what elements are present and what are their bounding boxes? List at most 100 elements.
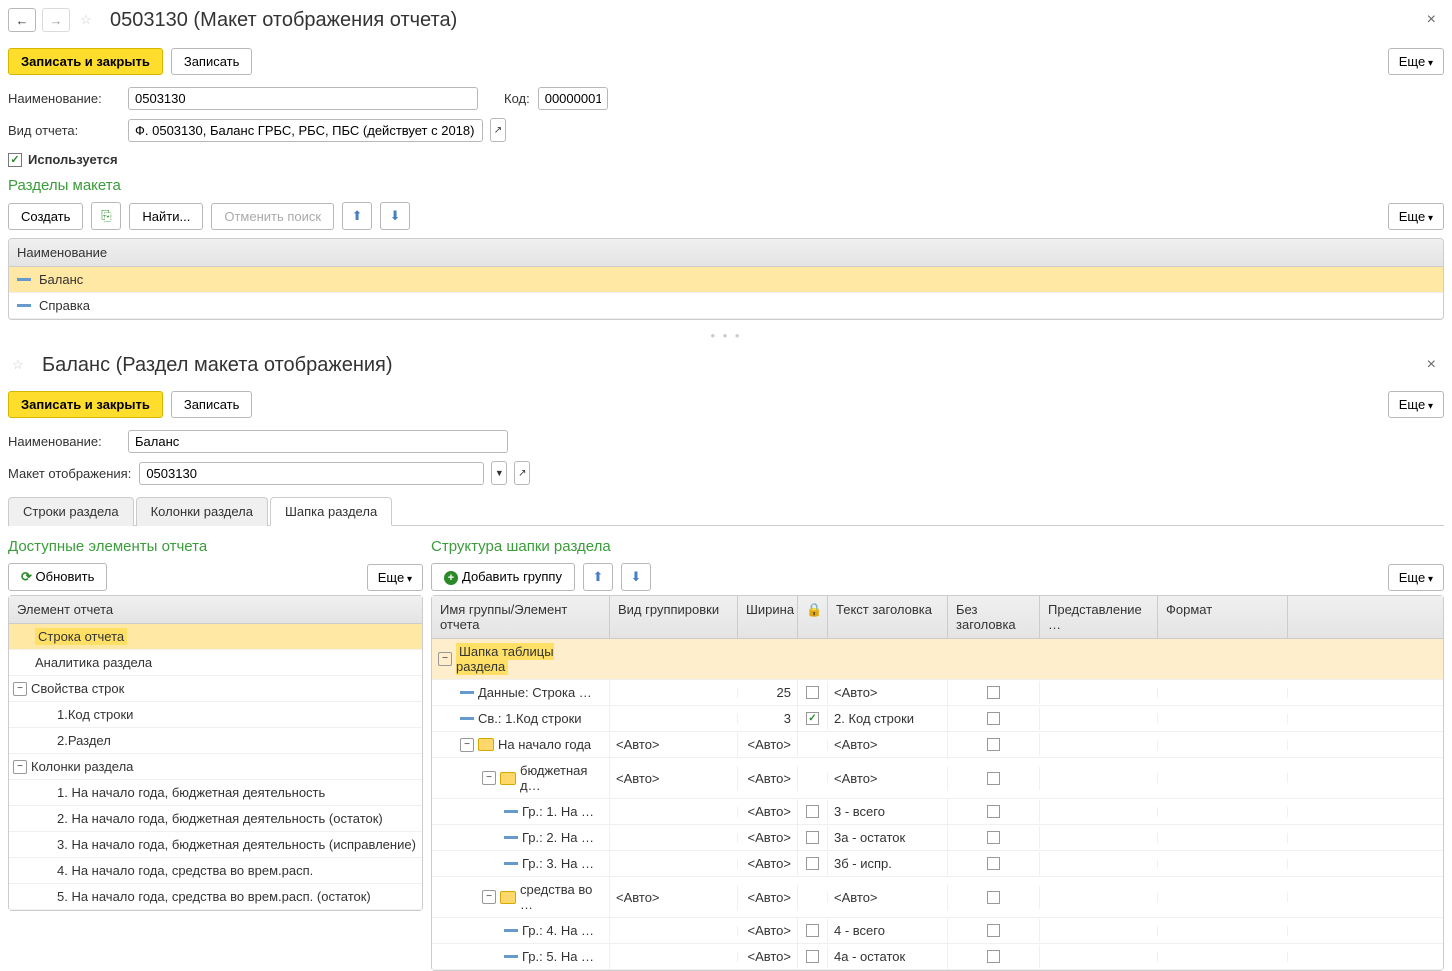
col-group: Вид группировки — [610, 596, 738, 638]
notext-checkbox[interactable] — [987, 805, 1000, 818]
expander-icon[interactable] — [13, 760, 27, 774]
struct-row[interactable]: Гр.: 2. На …<Авто>3а - остаток — [432, 825, 1443, 851]
favorite-star-icon[interactable]: ☆ — [76, 10, 96, 30]
tree-item[interactable]: 1. На начало года, бюджетная деятельност… — [9, 780, 422, 806]
notext-checkbox[interactable] — [987, 686, 1000, 699]
struct-checkbox[interactable] — [806, 950, 819, 963]
col-repr: Представление … — [1040, 596, 1158, 638]
find-button[interactable]: Найти... — [129, 203, 203, 230]
struct-checkbox[interactable] — [806, 712, 819, 725]
expander-icon[interactable] — [13, 682, 27, 696]
horizontal-splitter[interactable] — [0, 324, 1452, 347]
open-ref-button[interactable]: ↗ — [490, 118, 506, 142]
tree-item[interactable]: 2.Раздел — [9, 728, 422, 754]
section-row[interactable]: Баланс — [9, 267, 1443, 293]
close-icon[interactable]: × — [1419, 7, 1444, 33]
struct-name: Гр.: 3. На … — [522, 856, 594, 871]
nav-back[interactable]: ← — [8, 8, 36, 32]
tab-header[interactable]: Шапка раздела — [270, 497, 392, 526]
struct-row[interactable]: На начало года<Авто><Авто><Авто> — [432, 732, 1443, 758]
struct-checkbox[interactable] — [806, 831, 819, 844]
favorite-star-icon[interactable]: ☆ — [8, 355, 28, 375]
line-icon — [460, 717, 474, 720]
notext-checkbox[interactable] — [987, 891, 1000, 904]
expander-icon[interactable] — [438, 652, 452, 666]
move-up-button[interactable]: ⬆ — [342, 202, 372, 230]
notext-checkbox[interactable] — [987, 924, 1000, 937]
struct-row[interactable]: Гр.: 5. На …<Авто>4а - остаток — [432, 944, 1443, 970]
create-button[interactable]: Создать — [8, 203, 83, 230]
tree-item[interactable]: Колонки раздела — [9, 754, 422, 780]
notext-checkbox[interactable] — [987, 772, 1000, 785]
right-more-button[interactable]: Еще — [1388, 564, 1444, 591]
refresh-button[interactable]: ⟳ Обновить — [8, 563, 107, 591]
move-down-button[interactable]: ⬇ — [621, 563, 651, 591]
tree-item[interactable]: Строка отчета — [9, 624, 422, 650]
report-type-input[interactable] — [128, 119, 483, 142]
struct-group: <Авто> — [610, 732, 738, 757]
notext-checkbox[interactable] — [987, 831, 1000, 844]
tree-item-label: 5. На начало года, средства во врем.расп… — [57, 889, 371, 904]
struct-checkbox[interactable] — [806, 805, 819, 818]
struct-row[interactable]: Шапка таблицы раздела — [432, 639, 1443, 680]
dropdown-button[interactable]: ▼ — [491, 461, 507, 485]
tab-rows[interactable]: Строки раздела — [8, 497, 134, 526]
struct-group — [610, 833, 738, 843]
expander-icon[interactable] — [460, 738, 474, 752]
struct-row[interactable]: средства во …<Авто><Авто><Авто> — [432, 877, 1443, 918]
section-row-label: Баланс — [39, 272, 83, 287]
nav-forward[interactable]: → — [42, 8, 70, 32]
save-button[interactable]: Записать — [171, 391, 253, 418]
sections-more-button[interactable]: Еще — [1388, 203, 1444, 230]
struct-row[interactable]: Гр.: 3. На …<Авто>3б - испр. — [432, 851, 1443, 877]
struct-row[interactable]: Гр.: 1. На …<Авто>3 - всего — [432, 799, 1443, 825]
struct-checkbox[interactable] — [806, 686, 819, 699]
struct-name: Гр.: 5. На … — [522, 949, 594, 964]
close-icon[interactable]: × — [1419, 352, 1444, 378]
tab-columns[interactable]: Колонки раздела — [136, 497, 268, 526]
tree-item[interactable]: 2. На начало года, бюджетная деятельност… — [9, 806, 422, 832]
expander-icon[interactable] — [482, 771, 496, 785]
struct-width: <Авто> — [738, 766, 798, 791]
more-button[interactable]: Еще — [1388, 391, 1444, 418]
arrow-right-icon: → — [50, 13, 63, 28]
add-group-button[interactable]: +Добавить группу — [431, 563, 575, 591]
save-button[interactable]: Записать — [171, 48, 253, 75]
struct-row[interactable]: бюджетная д…<Авто><Авто><Авто> — [432, 758, 1443, 799]
struct-row[interactable]: Гр.: 4. На …<Авто>4 - всего — [432, 918, 1443, 944]
tree-item[interactable]: 5. На начало года, средства во врем.расп… — [9, 884, 422, 910]
struct-row[interactable]: Данные: Строка …25<Авто> — [432, 680, 1443, 706]
notext-checkbox[interactable] — [987, 857, 1000, 870]
section-name-input[interactable] — [128, 430, 508, 453]
notext-checkbox[interactable] — [987, 950, 1000, 963]
section-row[interactable]: Справка — [9, 293, 1443, 319]
plus-icon: + — [444, 571, 458, 585]
notext-checkbox[interactable] — [987, 712, 1000, 725]
left-more-button[interactable]: Еще — [367, 564, 423, 591]
layout-input[interactable] — [139, 462, 484, 485]
expander-icon[interactable] — [482, 890, 496, 904]
name-input[interactable] — [128, 87, 478, 110]
tree-item[interactable]: 4. На начало года, средства во врем.расп… — [9, 858, 422, 884]
notext-checkbox[interactable] — [987, 738, 1000, 751]
struct-checkbox[interactable] — [806, 857, 819, 870]
tree-item[interactable]: 1.Код строки — [9, 702, 422, 728]
used-checkbox[interactable] — [8, 153, 22, 167]
struct-text: 3 - всего — [828, 799, 948, 824]
more-button[interactable]: Еще — [1388, 48, 1444, 75]
struct-checkbox[interactable] — [806, 924, 819, 937]
move-down-button[interactable]: ⬇ — [380, 202, 410, 230]
move-up-button[interactable]: ⬆ — [583, 563, 613, 591]
code-input[interactable] — [538, 87, 608, 110]
lock-icon: 🔒 — [806, 602, 822, 617]
page-title: 0503130 (Макет отображения отчета) — [110, 9, 457, 32]
open-ref-button[interactable]: ↗ — [514, 461, 530, 485]
tree-item[interactable]: 3. На начало года, бюджетная деятельност… — [9, 832, 422, 858]
save-close-button[interactable]: Записать и закрыть — [8, 48, 163, 75]
cancel-find-button[interactable]: Отменить поиск — [211, 203, 334, 230]
copy-button[interactable]: ⎘ — [91, 202, 121, 230]
save-close-button[interactable]: Записать и закрыть — [8, 391, 163, 418]
tree-item[interactable]: Аналитика раздела — [9, 650, 422, 676]
tree-item[interactable]: Свойства строк — [9, 676, 422, 702]
struct-row[interactable]: Св.: 1.Код строки32. Код строки — [432, 706, 1443, 732]
